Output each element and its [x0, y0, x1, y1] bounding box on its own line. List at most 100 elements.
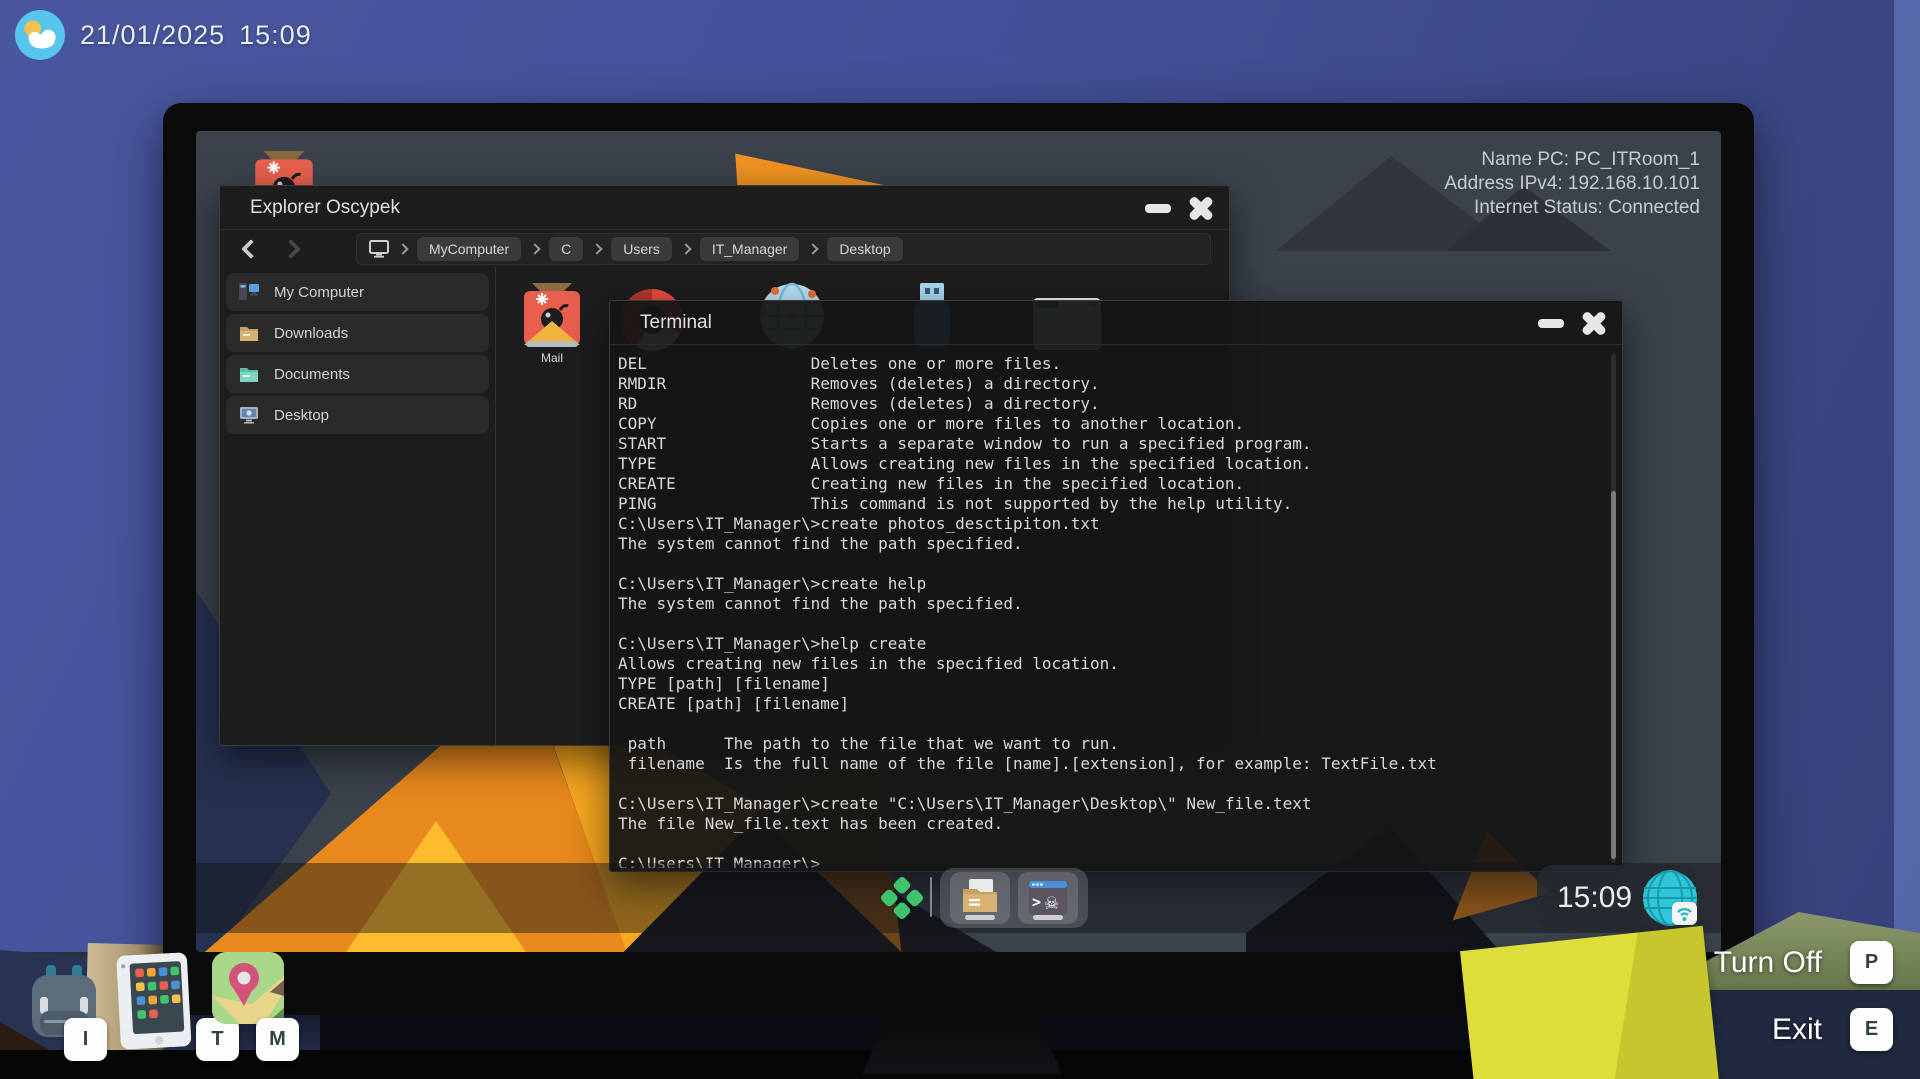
terminal-line: filename Is the full name of the file [n…	[618, 754, 1602, 774]
minimize-button[interactable]	[1538, 319, 1564, 328]
taskbar: > ☠ 15:09	[196, 863, 1721, 933]
keycap-turn-off: P	[1850, 941, 1893, 984]
keycap-letter: M	[269, 1028, 286, 1051]
wall-edge-band	[1894, 0, 1920, 1079]
keycap-letter: T	[211, 1028, 223, 1051]
terminal-line: Allows creating new files in the specifi…	[618, 654, 1602, 674]
breadcrumb: MyComputer C Users IT_Manager Desktop	[356, 233, 1211, 265]
breadcrumb-item-c[interactable]: C	[549, 237, 583, 261]
sidebar-divider	[495, 267, 496, 745]
taskbar-app-group: > ☠	[940, 868, 1088, 928]
taskbar-clock-panel: 15:09	[1537, 865, 1696, 930]
turn-off-button[interactable]: Turn Off	[1714, 946, 1822, 980]
downloads-folder-icon	[238, 322, 260, 344]
pc-name: Name PC: PC_ITRoom_1	[1444, 148, 1700, 172]
sticky-note	[1460, 926, 1720, 1079]
tablet-button[interactable]	[115, 952, 192, 1055]
internet-status-button[interactable]	[1640, 868, 1700, 933]
pc-internet-status: Internet Status: Connected	[1444, 196, 1700, 220]
breadcrumb-item-itmanager[interactable]: IT_Manager	[700, 237, 799, 261]
hud-date-text: 21/01/2025	[80, 20, 225, 51]
terminal-line	[618, 714, 1602, 734]
minimize-button[interactable]	[1145, 204, 1171, 213]
terminal-line: The system cannot find the path specifie…	[618, 594, 1602, 614]
taskbar-clock: 15:09	[1557, 865, 1632, 930]
terminal-line	[618, 614, 1602, 634]
terminal-line: C:\Users\IT_Manager\>help create	[618, 634, 1602, 654]
breadcrumb-chevron	[680, 243, 691, 254]
terminal-window: Terminal DEL Deletes one or more files. …	[609, 300, 1623, 872]
pc-screen: Name PC: PC_ITRoom_1 Address IPv4: 192.1…	[196, 131, 1721, 952]
explorer-title: Explorer Oscypek	[250, 197, 400, 219]
breadcrumb-chevron	[397, 243, 408, 254]
terminal-line: C:\Users\IT_Manager\>create help	[618, 574, 1602, 594]
sidebar-label: My Computer	[274, 284, 364, 301]
keycap-map: M	[256, 1018, 299, 1061]
taskbar-app-explorer[interactable]	[950, 872, 1010, 924]
computer-icon	[238, 281, 260, 303]
terminal-line: path The path to the file that we want t…	[618, 734, 1602, 754]
folder-app-icon	[959, 878, 1001, 918]
terminal-title: Terminal	[640, 312, 712, 334]
sidebar-label: Desktop	[274, 407, 329, 424]
terminal-line: C:\Users\IT_Manager\>create "C:\Users\IT…	[618, 794, 1602, 814]
close-button[interactable]	[1187, 194, 1215, 222]
map-icon	[212, 952, 284, 1024]
sidebar-item-documents[interactable]: Documents	[226, 355, 489, 393]
terminal-line	[618, 774, 1602, 794]
pc-ip: Address IPv4: 192.168.10.101	[1444, 172, 1700, 196]
forward-button[interactable]	[281, 239, 301, 259]
pc-info-panel: Name PC: PC_ITRoom_1 Address IPv4: 192.1…	[1444, 148, 1700, 220]
terminal-line	[618, 834, 1602, 854]
breadcrumb-item-mycomputer[interactable]: MyComputer	[417, 237, 521, 261]
sidebar-item-downloads[interactable]: Downloads	[226, 314, 489, 352]
taskbar-app-terminal[interactable]: > ☠	[1018, 872, 1078, 924]
documents-folder-icon	[238, 363, 260, 385]
file-item-mail[interactable]: Mail	[510, 273, 594, 365]
sidebar-item-my-computer[interactable]: My Computer	[226, 273, 489, 311]
file-label: Mail	[510, 351, 594, 365]
breadcrumb-chevron	[592, 243, 603, 254]
terminal-line: DEL Deletes one or more files.	[618, 354, 1602, 374]
keycap-letter: P	[1865, 951, 1878, 974]
running-indicator	[965, 915, 995, 920]
turn-off-label: Turn Off	[1714, 946, 1822, 979]
keycap-letter: E	[1865, 1018, 1878, 1041]
monitor-stand	[862, 1012, 1062, 1074]
terminal-line: START Starts a separate window to run a …	[618, 434, 1602, 454]
terminal-line: PING This command is not supported by th…	[618, 494, 1602, 514]
breadcrumb-chevron	[808, 243, 819, 254]
keycap-letter: I	[83, 1028, 89, 1051]
terminal-titlebar[interactable]: Terminal	[610, 301, 1622, 345]
hud-datetime: 21/01/2025 15:09	[14, 9, 312, 61]
terminal-scrollbar-thumb[interactable]	[1611, 491, 1616, 859]
clover-start-icon	[878, 874, 926, 922]
terminal-line	[618, 554, 1602, 574]
skull-terminal-icon: > ☠	[1027, 879, 1069, 917]
terminal-line: CREATE [path] [filename]	[618, 694, 1602, 714]
keycap-exit: E	[1850, 1008, 1893, 1051]
globe-wifi-icon	[1640, 868, 1700, 928]
exit-button[interactable]: Exit	[1772, 1013, 1822, 1047]
mail-bomb-icon	[522, 277, 582, 351]
terminal-line: RMDIR Removes (deletes) a directory.	[618, 374, 1602, 394]
terminal-line: RD Removes (deletes) a directory.	[618, 394, 1602, 414]
back-button[interactable]	[241, 239, 261, 259]
sidebar-item-desktop[interactable]: Desktop	[226, 396, 489, 434]
terminal-line: TYPE Allows creating new files in the sp…	[618, 454, 1602, 474]
tablet-icon	[115, 952, 192, 1050]
breadcrumb-chevron	[529, 243, 540, 254]
terminal-output: DEL Deletes one or more files. RMDIR Rem…	[618, 350, 1602, 868]
svg-text:☠: ☠	[1044, 894, 1059, 914]
close-button[interactable]	[1580, 309, 1608, 337]
start-button[interactable]	[878, 874, 926, 927]
game-scene: Name PC: PC_ITRoom_1 Address IPv4: 192.1…	[0, 0, 1920, 1079]
explorer-sidebar: My Computer Downloads	[226, 273, 489, 437]
sidebar-label: Documents	[274, 366, 350, 383]
breadcrumb-item-desktop[interactable]: Desktop	[827, 237, 902, 261]
explorer-navbar: MyComputer C Users IT_Manager Desktop	[220, 231, 1229, 267]
breadcrumb-item-users[interactable]: Users	[611, 237, 672, 261]
monitor-bezel: Name PC: PC_ITRoom_1 Address IPv4: 192.1…	[163, 103, 1754, 1015]
svg-text:>: >	[1032, 893, 1041, 911]
explorer-titlebar[interactable]: Explorer Oscypek	[220, 186, 1229, 230]
